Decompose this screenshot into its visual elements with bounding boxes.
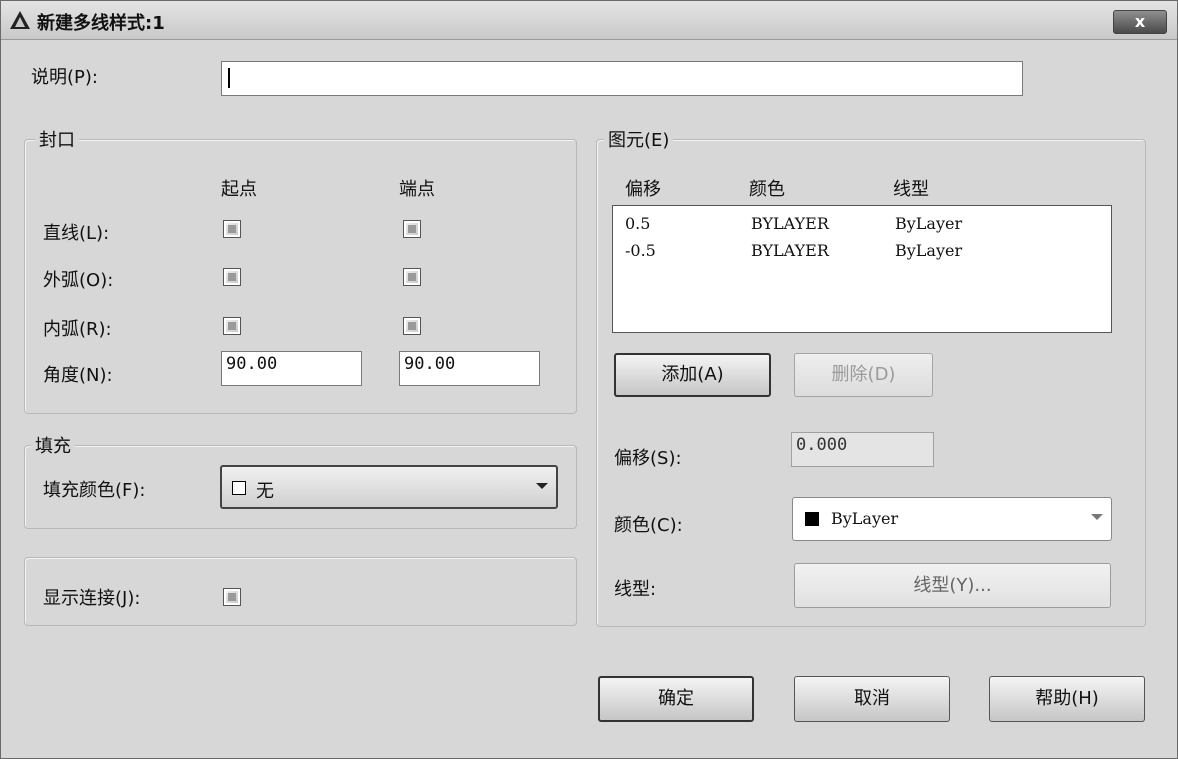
caps-end-header: 端点 (399, 179, 435, 200)
outer-arc-end-checkbox[interactable] (403, 268, 421, 286)
angle-start-input[interactable]: 90.00 (221, 351, 362, 386)
description-label: 说明(P): (31, 67, 98, 88)
caps-start-header: 起点 (221, 179, 257, 200)
line-end-checkbox[interactable] (403, 220, 421, 238)
elements-col-color: 颜色 (749, 179, 785, 200)
show-joints-checkbox[interactable] (223, 588, 241, 606)
inner-arc-start-checkbox[interactable] (223, 317, 241, 335)
line-cap-label: 直线(L): (43, 223, 110, 244)
fill-color-swatch (232, 481, 246, 495)
window-title: 新建多线样式:1 (37, 13, 165, 34)
linetype-button[interactable]: 线型(Y)... (794, 563, 1111, 608)
add-element-button[interactable]: 添加(A) (614, 353, 771, 397)
angle-end-input[interactable]: 90.00 (399, 351, 540, 386)
ok-button[interactable]: 确定 (598, 676, 754, 722)
text-caret (228, 68, 230, 88)
elements-list[interactable]: 0.5 BYLAYER ByLayer -0.5 BYLAYER ByLayer (612, 205, 1112, 333)
fill-group-label: 填充 (31, 432, 75, 458)
chevron-down-icon (1091, 514, 1103, 520)
elements-col-offset: 偏移 (625, 179, 661, 200)
outer-arc-label: 外弧(O): (43, 270, 114, 291)
show-joints-label: 显示连接(J): (43, 588, 141, 609)
row-offset: 0.5 (625, 214, 651, 233)
elements-col-linetype: 线型 (893, 179, 929, 200)
row-color: BYLAYER (751, 241, 829, 260)
color-select[interactable]: ByLayer (792, 497, 1112, 541)
outer-arc-start-checkbox[interactable] (223, 268, 241, 286)
row-linetype: ByLayer (895, 214, 963, 233)
offset-label: 偏移(S): (614, 448, 682, 469)
inner-arc-label: 内弧(R): (43, 319, 112, 340)
help-button[interactable]: 帮助(H) (989, 676, 1145, 722)
color-label: 颜色(C): (614, 515, 683, 536)
description-input[interactable] (221, 61, 1023, 96)
color-value: ByLayer (831, 509, 899, 528)
inner-arc-end-checkbox[interactable] (403, 317, 421, 335)
fill-color-select[interactable]: 无 (220, 465, 558, 509)
title-bar: 新建多线样式:1 x (1, 1, 1177, 40)
close-button[interactable]: x (1113, 10, 1167, 34)
multiline-style-dialog: 新建多线样式:1 x 说明(P): 封口 起点 端点 直线(L): 外弧(O):… (0, 0, 1178, 759)
angle-label: 角度(N): (43, 365, 113, 386)
linetype-label: 线型: (614, 579, 657, 600)
autocad-logo-icon (10, 11, 30, 29)
row-color: BYLAYER (751, 214, 829, 233)
cancel-button[interactable]: 取消 (794, 676, 950, 722)
offset-input[interactable]: 0.000 (791, 432, 934, 467)
line-start-checkbox[interactable] (223, 220, 241, 238)
elements-group-label: 图元(E) (604, 126, 674, 152)
color-swatch (805, 512, 819, 526)
chevron-down-icon (536, 483, 548, 489)
row-linetype: ByLayer (895, 241, 963, 260)
fill-color-label: 填充颜色(F): (43, 480, 146, 501)
fill-color-value: 无 (256, 481, 274, 502)
delete-element-button[interactable]: 删除(D) (794, 353, 933, 397)
caps-group-label: 封口 (35, 126, 79, 152)
row-offset: -0.5 (625, 241, 656, 260)
